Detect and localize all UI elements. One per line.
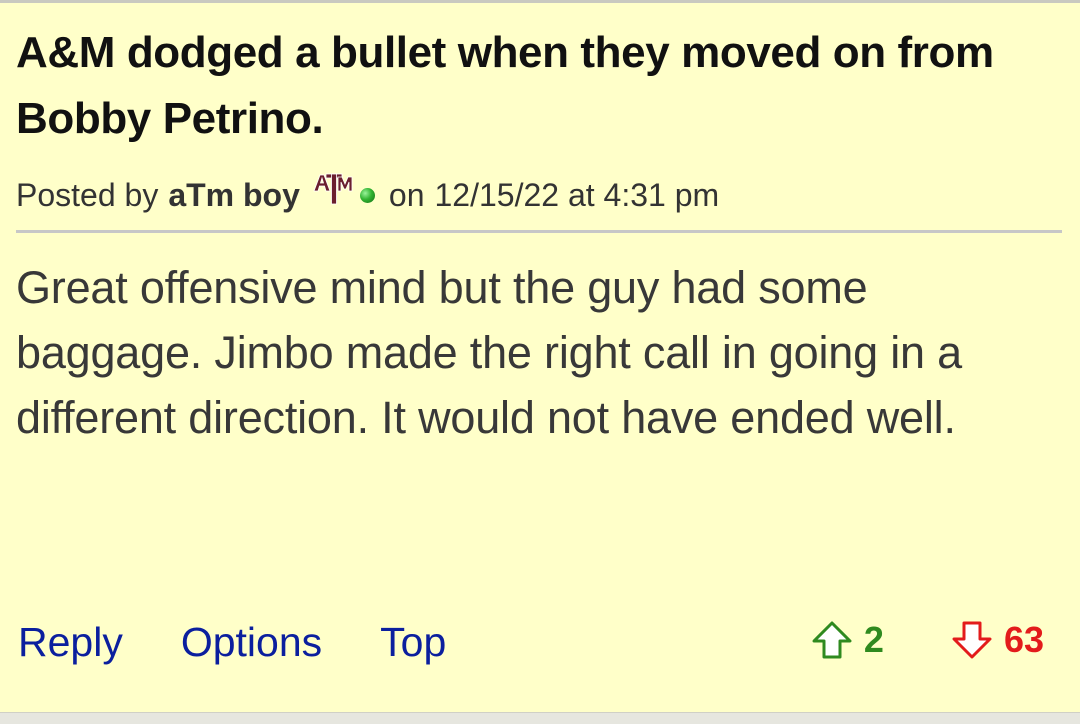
upvote-arrow-icon xyxy=(810,620,854,660)
upvote-count: 2 xyxy=(863,619,884,660)
top-link[interactable]: Top xyxy=(380,619,446,666)
reply-link[interactable]: Reply xyxy=(18,619,123,666)
post-meta: Posted by aTm boy on 12/15/22 at 4:31 pm xyxy=(16,172,1064,218)
vote-controls: 2 63 xyxy=(810,612,1044,668)
downvote-count: 63 xyxy=(1003,619,1044,660)
post-datetime: 12/15/22 at 4:31 pm xyxy=(434,176,720,213)
post-body: Great offensive mind but the guy had som… xyxy=(16,262,963,443)
post-actions: Reply Options Top xyxy=(18,612,504,672)
post-title: A&M dodged a bullet when they moved on f… xyxy=(16,28,994,143)
on-label: on xyxy=(388,176,425,213)
author-link[interactable]: aTm boy xyxy=(168,177,300,214)
top-border xyxy=(0,0,1080,3)
meta-divider xyxy=(16,230,1062,233)
upvote-button[interactable]: 2 xyxy=(810,619,950,661)
texas-am-logo-icon xyxy=(312,171,356,211)
forum-post: A&M dodged a bullet when they moved on f… xyxy=(16,20,1064,450)
online-dot-icon xyxy=(359,187,375,203)
downvote-arrow-icon xyxy=(950,620,994,660)
options-link[interactable]: Options xyxy=(181,619,322,666)
posted-by-label: Posted by xyxy=(16,176,159,213)
downvote-button[interactable]: 63 xyxy=(950,619,1044,661)
bottom-border xyxy=(0,712,1080,724)
